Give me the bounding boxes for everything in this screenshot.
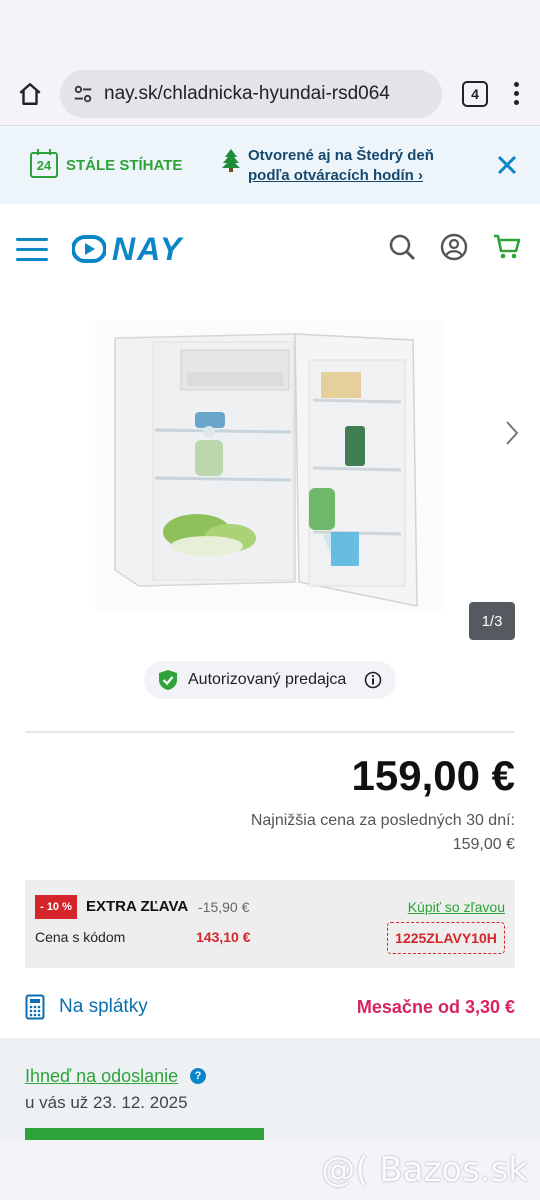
discount-code[interactable]: 1225ZLAVY10H (387, 922, 505, 954)
christmas-tree-icon (220, 148, 242, 177)
code-price-label: Cena s kódom (35, 929, 126, 945)
lowest-price-value: 159,00 € (452, 836, 515, 853)
url-text: nay.sk/chladnicka-hyundai-rsd064 (104, 82, 390, 104)
ready-to-ship-link[interactable]: Ihneď na odoslanie (25, 1066, 178, 1087)
product-price: 159,00 € (351, 752, 516, 799)
calendar-icon: 24 (30, 149, 58, 178)
status-bar-area (0, 0, 540, 62)
installments-row[interactable]: Na splátky Mesačne od 3,30 € (25, 990, 515, 1024)
tab-switcher-button[interactable]: 4 (462, 80, 488, 107)
site-settings-icon[interactable] (72, 83, 94, 105)
discount-percent-badge: - 10 % (35, 895, 77, 919)
product-image-refrigerator[interactable] (95, 320, 445, 610)
extra-discount-title: EXTRA ZĽAVA (86, 898, 189, 915)
close-icon[interactable] (492, 150, 522, 180)
promo-headline: Otvorené aj na Štedrý deň (248, 146, 434, 164)
code-price-value: 143,10 € (196, 929, 251, 945)
address-bar[interactable]: nay.sk/chladnicka-hyundai-rsd064 (60, 69, 442, 118)
shield-check-icon (158, 669, 178, 691)
browser-toolbar: nay.sk/chladnicka-hyundai-rsd064 4 (0, 62, 540, 126)
discount-amount: -15,90 € (198, 899, 250, 915)
lowest-price-label: Najnižšia cena za posledných 30 dní: (250, 812, 515, 829)
extra-discount-box: - 10 % EXTRA ZĽAVA -15,90 € Kúpiť so zľa… (25, 880, 515, 968)
chevron-right-icon[interactable] (504, 419, 520, 452)
home-icon[interactable] (14, 78, 46, 110)
promo-always-in-time: 24 STÁLE STÍHATE (30, 149, 220, 178)
monthly-installment-value: Mesačne od 3,30 € (356, 996, 515, 1017)
menu-icon[interactable] (16, 237, 48, 261)
help-icon[interactable]: ? (190, 1068, 206, 1084)
promo-opening-hours[interactable]: Otvorené aj na Štedrý deň podľa otvárací… (220, 147, 492, 184)
buy-with-discount-link[interactable]: Kúpiť so zľavou (408, 899, 505, 915)
calculator-icon (25, 994, 45, 1020)
browser-menu-icon[interactable] (506, 82, 526, 105)
promo-banner: 24 STÁLE STÍHATE Otvorené aj na Štedrý d… (0, 126, 540, 204)
watermark: @( Bazos.sk (321, 1150, 528, 1190)
product-gallery[interactable]: 1/3 (0, 294, 540, 654)
info-icon[interactable] (364, 671, 382, 689)
site-header: NAY (0, 204, 540, 294)
image-counter: 1/3 (469, 602, 515, 640)
promo-left-text: STÁLE STÍHATE (66, 156, 183, 174)
add-to-cart-button-edge[interactable] (25, 1128, 264, 1140)
availability-section: Ihneď na odoslanie ? u vás už 23. 12. 20… (0, 1038, 540, 1140)
opening-hours-link[interactable]: podľa otváracích hodín › (248, 167, 434, 184)
delivery-date: u vás už 23. 12. 2025 (25, 1093, 188, 1112)
cart-icon[interactable] (492, 233, 522, 266)
divider (25, 731, 515, 733)
nay-logo[interactable]: NAY (72, 231, 183, 268)
installments-label[interactable]: Na splátky (59, 996, 148, 1018)
account-icon[interactable] (440, 233, 468, 266)
authorized-seller-label: Autorizovaný predajca (188, 671, 347, 688)
authorized-seller-badge[interactable]: Autorizovaný predajca (144, 661, 396, 699)
search-icon[interactable] (388, 233, 416, 266)
